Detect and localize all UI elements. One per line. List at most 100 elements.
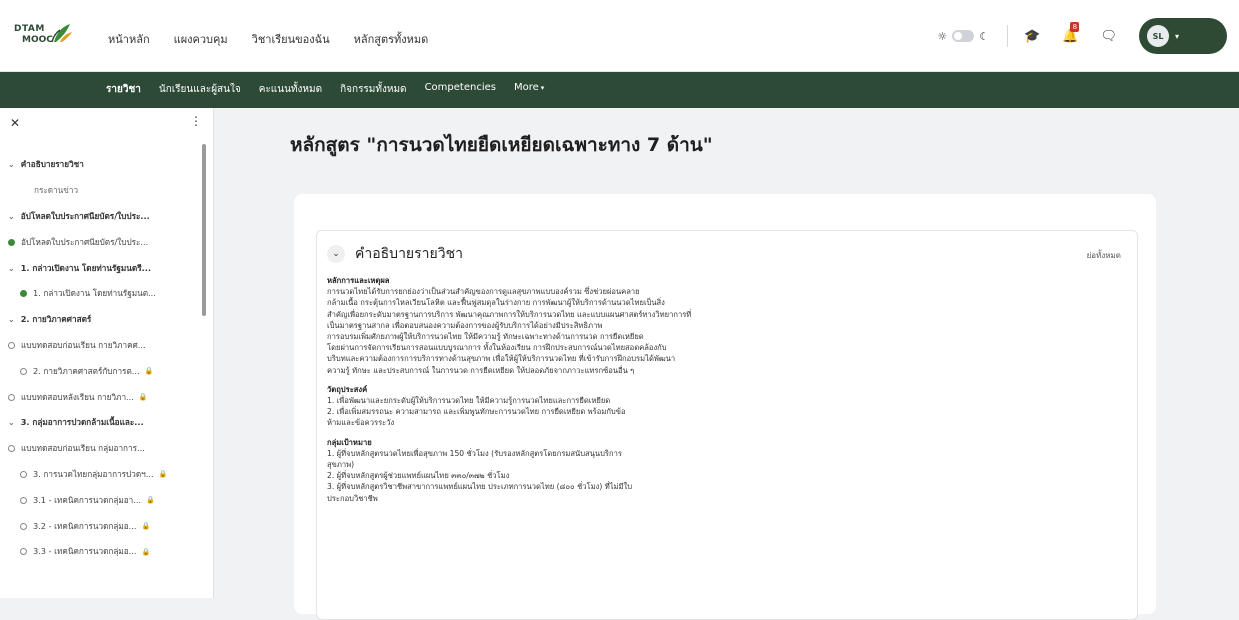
summary-line: สุขภาพ) — [327, 460, 355, 470]
sidebar-section[interactable]: ⌄ 1. กล่าวเปิดงาน โดยท่านรัฐมนตรี... — [0, 255, 200, 281]
page-title: หลักสูตร "การนวดไทยยืดเหยียดเฉพาะทาง 7 ด… — [290, 134, 713, 156]
completion-empty-icon — [8, 393, 15, 401]
sidebar-item[interactable]: กระดานข่าว — [0, 178, 200, 204]
chevron-down-icon: ▾ — [540, 84, 545, 92]
main-content: หลักสูตร "การนวดไทยยืดเหยียดเฉพาะทาง 7 ด… — [214, 108, 1239, 620]
summary-line: 1. ผู้ที่จบหลักสูตรนวดไทยเพื่อสุขภาพ 150… — [327, 448, 622, 458]
tab-course[interactable]: รายวิชา — [106, 82, 141, 97]
sidebar-item-label: กระดานข่าว — [34, 185, 79, 196]
logo-text-line1: DTAM — [14, 24, 45, 34]
toggle-switch[interactable] — [952, 30, 975, 42]
course-index-drawer: ✕ ⋮ ⌄ คำอธิบายรายวิชา กระดานข่าว ⌄ อัปโหลดใบ… — [0, 108, 214, 598]
collapse-all-link[interactable]: ย่อทั้งหมด — [1087, 249, 1121, 262]
sidebar-item-label: 3. การนวดไทยกลุ่มอาการปวดฯ... — [33, 468, 154, 479]
sidebar-activity[interactable]: 3.1 - เทคนิคการนวดกลุ่มอา... 🔒 — [0, 487, 200, 513]
chevron-down-icon: ▾ — [1175, 31, 1180, 41]
completion-empty-icon — [20, 496, 27, 504]
sidebar-section[interactable]: ⌄ คำอธิบายรายวิชา — [0, 152, 200, 178]
leaf-logo-icon — [51, 24, 72, 43]
summary-line: 3. ผู้ที่จบหลักสูตรวิชาชีพสาขาการแพทย์แผ… — [327, 482, 633, 492]
sidebar-item-label: แบบทดสอบก่อนเรียน กายวิภาคศ... — [21, 339, 146, 350]
sidebar-item-label: 2. กายวิภาคศาสตร์กับการต... — [33, 365, 140, 376]
tab-activities[interactable]: กิจกรรมทั้งหมด — [340, 82, 406, 97]
sidebar-item-label: 1. กล่าวเปิดงาน โดยท่านรัฐมนต... — [33, 288, 156, 299]
nav-all-courses[interactable]: หลักสูตรทั้งหมด — [354, 30, 429, 48]
sidebar-item-label: 2. กายวิภาคศาสตร์ — [20, 314, 92, 325]
lock-icon: 🔒 — [144, 367, 154, 376]
sidebar-item-label: คำอธิบายรายวิชา — [20, 159, 84, 170]
user-menu-button[interactable]: SL ▾ — [1139, 18, 1227, 54]
tab-participants[interactable]: นักเรียนและผู้สนใจ — [159, 82, 241, 97]
sidebar-item-label: อัปโหลดใบประกาศนียบัตร/ใบประ... — [21, 236, 149, 247]
completion-empty-icon — [20, 548, 27, 556]
sidebar-scrollbar[interactable] — [202, 144, 206, 316]
lock-icon: 🔒 — [158, 470, 168, 479]
summary-heading: หลักการและเหตุผล — [327, 276, 390, 285]
chevron-down-icon[interactable]: ⌄ — [8, 160, 15, 169]
sidebar-section[interactable]: ⌄ 2. กายวิภาคศาสตร์ — [0, 307, 200, 333]
summary-line: ห้ามและข้อควรระวัง — [327, 418, 395, 428]
more-options-icon[interactable]: ⋮ — [190, 114, 202, 128]
completion-filled-icon — [8, 238, 15, 246]
summary-line: โดยผ่านการจัดการเรียนการสอนแบบบูรณาการ ท… — [327, 343, 667, 353]
summary-line: ประกอบวิชาชีพ — [327, 493, 378, 503]
tab-competencies[interactable]: Competencies — [425, 82, 496, 97]
sidebar-item-label: 3.1 - เทคนิคการนวดกลุ่มอา... — [33, 494, 142, 505]
summary-line: สำคัญเพื่อยกระดับมาตรฐานการบริการ พัฒนาค… — [327, 309, 692, 319]
site-logo[interactable]: DTAM MOOC — [14, 22, 74, 50]
completion-empty-icon — [20, 367, 27, 375]
sidebar-activity[interactable]: แบบทดสอบก่อนเรียน กลุ่มอาการ... — [0, 436, 200, 462]
header-divider — [1007, 25, 1009, 47]
sidebar-activity[interactable]: 2. กายวิภาคศาสตร์กับการต... 🔒 — [0, 358, 200, 384]
avatar: SL — [1147, 25, 1169, 47]
course-section: ⌄ คำอธิบายรายวิชา ย่อทั้งหมด หลักการและเ… — [316, 230, 1138, 620]
sidebar-activity[interactable]: 3.3 - เทคนิคการนวดกลุ่มอ... 🔒 — [0, 539, 200, 565]
sidebar-item-label: 3.2 - เทคนิคการนวดกลุ่มอ... — [33, 520, 137, 531]
completion-empty-icon — [8, 445, 15, 453]
nav-home[interactable]: หน้าหลัก — [108, 30, 150, 48]
chevron-down-icon[interactable]: ⌄ — [8, 264, 15, 273]
sidebar-activity[interactable]: แบบทดสอบก่อนเรียน กายวิภาคศ... — [0, 333, 200, 359]
completion-empty-icon — [20, 470, 27, 478]
lock-icon: 🔒 — [141, 547, 151, 556]
sun-icon: ☼ — [937, 29, 948, 43]
sidebar-item-label: แบบทดสอบก่อนเรียน กลุ่มอาการ... — [21, 443, 145, 454]
chevron-down-icon[interactable]: ⌄ — [8, 315, 15, 324]
chevron-down-icon[interactable]: ⌄ — [8, 418, 15, 427]
sidebar-activity[interactable]: 3.2 - เทคนิคการนวดกลุ่มอ... 🔒 — [0, 513, 200, 539]
section-header[interactable]: ⌄ คำอธิบายรายวิชา — [327, 243, 463, 265]
lock-icon: 🔒 — [141, 522, 151, 531]
summary-line: กล้ามเนื้อ กระตุ้นการไหลเวียนโลหิต และฟื… — [327, 298, 665, 308]
lock-icon: 🔒 — [138, 393, 148, 402]
sidebar-item-label: 3. กลุ่มอาการปวดกล้ามเนื้อและ... — [20, 417, 144, 428]
notification-badge: 8 — [1070, 21, 1080, 32]
primary-nav: หน้าหลัก แผงควบคุม วิชาเรียนของฉัน หลักส… — [108, 30, 428, 48]
chevron-down-icon[interactable]: ⌄ — [327, 245, 345, 263]
nav-my-courses[interactable]: วิชาเรียนของฉัน — [252, 30, 330, 48]
summary-line: การนวดไทยได้รับการยกย่องว่าเป็นส่วนสำคัญ… — [327, 287, 640, 297]
sidebar-activity[interactable]: 1. กล่าวเปิดงาน โดยท่านรัฐมนต... — [0, 281, 200, 307]
summary-heading: วัตถุประสงค์ — [327, 384, 368, 394]
summary-line: 1. เพื่อพัฒนาและยกระดับผู้ให้บริการนวดไท… — [327, 396, 611, 406]
summary-line: การอบรมเพิ่มศักยภาพผู้ให้บริการนวดไทย ให… — [327, 332, 644, 342]
nav-dashboard[interactable]: แผงควบคุม — [174, 30, 228, 48]
sidebar-activity[interactable]: แบบทดสอบหลังเรียน กายวิภา... 🔒 — [0, 384, 200, 410]
bell-icon[interactable]: 🔔 8 — [1062, 21, 1080, 43]
chat-icon[interactable]: 🗨 — [1100, 30, 1117, 43]
tab-more-label: More — [513, 82, 539, 93]
tab-more[interactable]: More ▾ — [514, 82, 544, 97]
dark-mode-toggle[interactable]: ☼ ☾ — [937, 30, 989, 42]
summary-line: ความรู้ ทักษะ และประสบการณ์ ในการนวด การ… — [327, 365, 635, 375]
summary-line: เป็นมาตรฐานสากล เพื่อตอบสนองความต้องการข… — [327, 320, 603, 330]
tab-grades[interactable]: คะแนนทั้งหมด — [259, 82, 322, 97]
sidebar-section[interactable]: ⌄ 3. กลุ่มอาการปวดกล้ามเนื้อและ... — [0, 410, 200, 436]
summary-line: 2. ผู้ที่จบหลักสูตรผู้ช่วยแพทย์แผนไทย ๓๓… — [327, 471, 510, 481]
graduation-cap-icon[interactable]: 🎓 — [1024, 30, 1040, 43]
sidebar-activity[interactable]: 3. การนวดไทยกลุ่มอาการปวดฯ... 🔒 — [0, 462, 200, 488]
sidebar-activity[interactable]: อัปโหลดใบประกาศนียบัตร/ใบประ... — [0, 229, 200, 255]
course-content-card: ⌄ คำอธิบายรายวิชา ย่อทั้งหมด หลักการและเ… — [294, 194, 1156, 620]
close-icon[interactable]: ✕ — [10, 116, 20, 130]
sidebar-section[interactable]: ⌄ อัปโหลดใบประกาศนียบัตร/ใบประ... — [0, 204, 200, 230]
sidebar-item-label: แบบทดสอบหลังเรียน กายวิภา... — [21, 391, 134, 402]
chevron-down-icon[interactable]: ⌄ — [8, 212, 15, 221]
